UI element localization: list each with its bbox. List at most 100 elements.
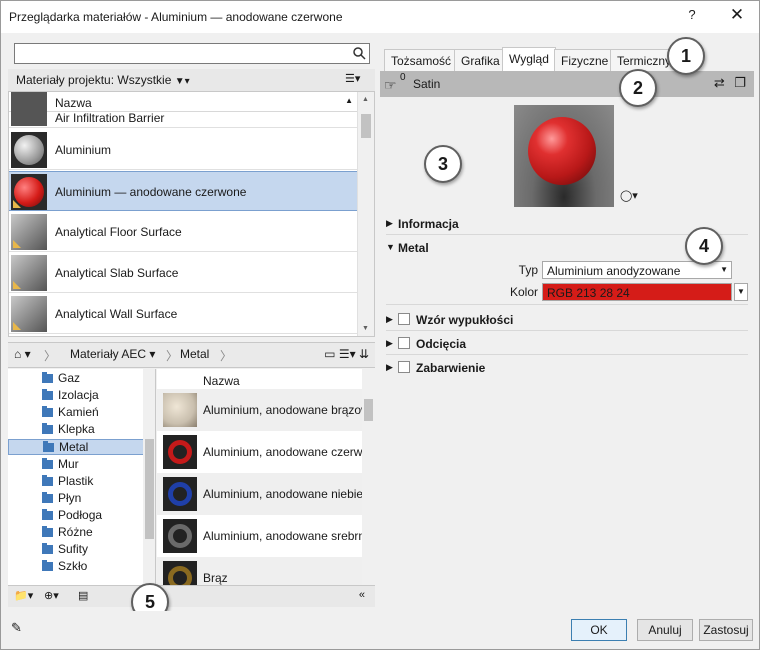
section-label: Zabarwienie bbox=[416, 361, 486, 375]
scroll-down-icon[interactable]: ▼ bbox=[362, 325, 369, 332]
list-item[interactable]: Aluminium bbox=[9, 130, 359, 170]
home-icon[interactable]: ⌂ ▾ bbox=[14, 347, 31, 361]
scrollbar-thumb[interactable] bbox=[364, 399, 373, 421]
tree-item-klepka[interactable]: Klepka bbox=[40, 422, 138, 438]
project-materials-header: Materiały projektu: Wszystkie ▼▾ ☰▾ bbox=[8, 69, 375, 91]
close-button[interactable]: ✕ bbox=[723, 5, 751, 27]
library-item[interactable]: Aluminium, anodowane srebrne bbox=[157, 515, 372, 557]
section-odciecia[interactable]: ▶ Odcięcia bbox=[386, 333, 748, 355]
library-tree: Gaz Izolacja Kamień Klepka Metal Mur Pla… bbox=[8, 369, 156, 585]
expand-icon[interactable]: ▶ bbox=[386, 218, 393, 229]
list-item[interactable]: Air Infiltration Barrier bbox=[9, 92, 359, 128]
material-name: Analytical Floor Surface bbox=[55, 225, 182, 239]
callout-1: 1 bbox=[667, 37, 705, 75]
search-icon[interactable] bbox=[352, 46, 366, 60]
library-item[interactable]: Aluminium, anodowane niebieskie bbox=[157, 473, 375, 515]
list-item[interactable]: Analytical Floor Surface bbox=[9, 212, 359, 252]
breadcrumb-separator-icon: 〉 bbox=[44, 349, 57, 363]
material-name: Analytical Wall Surface bbox=[55, 307, 178, 321]
tree-item-label: Metal bbox=[59, 440, 89, 454]
preview-sphere bbox=[528, 117, 596, 185]
collapse-icon[interactable]: ▼ bbox=[386, 242, 395, 252]
column-header[interactable]: Nazwa ▲ bbox=[9, 92, 359, 112]
section-zabarwienie[interactable]: ▶ Zabarwienie bbox=[386, 357, 748, 379]
project-list-scrollbar[interactable]: ▲ ▼ bbox=[357, 92, 374, 336]
tree-item-kamien[interactable]: Kamień bbox=[40, 405, 138, 421]
search-input[interactable] bbox=[14, 43, 370, 64]
tab-tozsamosc[interactable]: Tożsamość bbox=[384, 49, 459, 71]
expand-icon[interactable]: ▶ bbox=[386, 338, 393, 349]
tree-scrollbar[interactable] bbox=[143, 369, 155, 585]
tree-item-izolacja[interactable]: Izolacja bbox=[40, 388, 138, 404]
material-thumbnail bbox=[11, 255, 47, 291]
folder-icon bbox=[42, 458, 53, 469]
apply-button[interactable]: Zastosuj bbox=[699, 619, 753, 641]
odciecia-checkbox[interactable] bbox=[398, 337, 410, 349]
folder-icon bbox=[42, 509, 53, 520]
duplicate-asset-icon[interactable]: ❐ bbox=[734, 75, 746, 90]
view-options-icon[interactable]: ☰▾ bbox=[345, 72, 371, 88]
tree-item-gaz[interactable]: Gaz bbox=[40, 371, 138, 387]
section-wzor-wypuklosci[interactable]: ▶ Wzór wypukłości bbox=[386, 309, 748, 331]
library-item[interactable]: Brąz bbox=[157, 557, 362, 585]
scrollbar-thumb[interactable] bbox=[361, 114, 371, 138]
breadcrumb-category[interactable]: Metal bbox=[180, 347, 209, 361]
scrollbar-thumb[interactable] bbox=[145, 439, 154, 539]
library-column-header[interactable]: Nazwa bbox=[203, 374, 240, 388]
tree-item-label: Plastik bbox=[58, 474, 94, 488]
expand-icon[interactable]: ▶ bbox=[386, 362, 393, 373]
tab-fizyczne[interactable]: Fizyczne bbox=[554, 49, 616, 71]
breadcrumb-library[interactable]: Materiały AEC ▾ bbox=[70, 347, 155, 361]
tab-wyglad[interactable]: Wygląd bbox=[502, 47, 556, 73]
list-item[interactable]: Analytical Wall Surface bbox=[9, 294, 359, 334]
folder-icon bbox=[42, 406, 53, 417]
wzor-checkbox[interactable] bbox=[398, 313, 410, 325]
project-filter-label: Materiały projektu: Wszystkie bbox=[16, 73, 172, 87]
edit-icon[interactable]: ✎ bbox=[11, 620, 22, 636]
zabarwienie-checkbox[interactable] bbox=[398, 361, 410, 373]
collapse-library-icon[interactable]: « bbox=[359, 589, 365, 605]
material-thumbnail bbox=[11, 92, 47, 126]
tree-item-sufity[interactable]: Sufity bbox=[40, 542, 138, 558]
list-item[interactable]: Analytical Slab Surface bbox=[9, 253, 359, 293]
tab-grafika[interactable]: Grafika bbox=[454, 49, 507, 71]
typ-value: Aluminium anodyzowane bbox=[547, 264, 681, 278]
material-browser-window: Przeglądarka materiałów - Aluminium — an… bbox=[0, 0, 760, 650]
tree-item-podloga[interactable]: Podłoga bbox=[40, 508, 138, 524]
library-scrollbar[interactable] bbox=[362, 369, 375, 585]
filter-icon[interactable]: ▼▾ bbox=[175, 76, 190, 87]
help-button[interactable]: ? bbox=[681, 7, 703, 27]
window-title: Przeglądarka materiałów - Aluminium — an… bbox=[9, 10, 343, 24]
create-material-icon[interactable]: ⊕▾ bbox=[44, 589, 59, 605]
kolor-swatch[interactable]: RGB 213 28 24 bbox=[542, 283, 732, 301]
tree-item-mur[interactable]: Mur bbox=[40, 457, 138, 473]
tree-item-plyn[interactable]: Płyn bbox=[40, 491, 138, 507]
list-item[interactable]: Aluminium — anodowane czerwone bbox=[9, 171, 359, 211]
asset-name: Satin bbox=[413, 77, 441, 91]
tree-item-metal[interactable]: Metal bbox=[8, 439, 144, 455]
expand-icon[interactable]: ▶ bbox=[386, 314, 393, 325]
library-item-thumbnail bbox=[163, 519, 197, 553]
asset-browser-icon[interactable]: ▤ bbox=[78, 589, 88, 605]
tree-item-rozne[interactable]: Różne bbox=[40, 525, 138, 541]
preview-options-icon[interactable]: ◯▾ bbox=[620, 189, 638, 202]
replace-asset-icon[interactable]: ⇄ bbox=[714, 75, 725, 90]
kolor-value: RGB 213 28 24 bbox=[547, 286, 630, 300]
library-item[interactable]: Aluminium, anodowane czerwone bbox=[157, 431, 375, 473]
tree-item-plastik[interactable]: Plastik bbox=[40, 474, 138, 490]
library-breadcrumb-bar: ⌂ ▾ 〉 Materiały AEC ▾ 〉 Metal 〉 ▭ ☰▾ ⇊ bbox=[8, 342, 375, 368]
kolor-options-button[interactable]: ▼ bbox=[734, 283, 748, 301]
library-item-thumbnail bbox=[163, 477, 197, 511]
ok-button[interactable]: OK bbox=[571, 619, 627, 641]
project-filter[interactable]: Materiały projektu: Wszystkie ▼▾ bbox=[16, 73, 190, 87]
library-view-icons[interactable]: ▭ ☰▾ ⇊ bbox=[324, 347, 369, 361]
asset-bar: ☞ 0 Satin ⇄ ❐ bbox=[380, 71, 754, 97]
column-header-label: Nazwa bbox=[55, 96, 92, 110]
scroll-up-icon[interactable]: ▲ bbox=[362, 96, 369, 103]
library-options-icon[interactable]: 📁▾ bbox=[14, 589, 33, 605]
tree-item-szklo[interactable]: Szkło bbox=[40, 559, 138, 575]
cancel-button[interactable]: Anuluj bbox=[637, 619, 693, 641]
project-materials-list: Nazwa ▲ Air Infiltration Barrier Alumini… bbox=[8, 91, 375, 337]
library-item[interactable]: Aluminium, anodowane brązowe bbox=[157, 389, 375, 431]
asset-actions: ⇄ ❐ bbox=[714, 75, 746, 91]
